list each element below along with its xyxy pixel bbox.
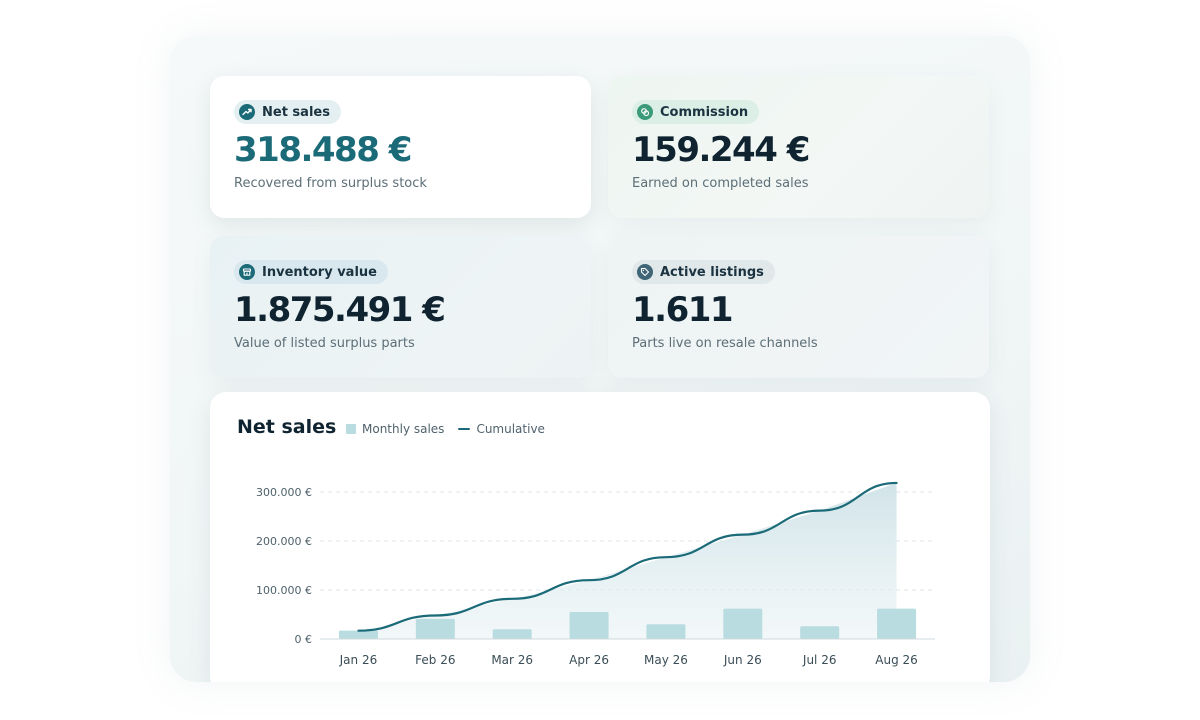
bar-may-26 [646,624,686,639]
net-sales-chip: Net sales [234,100,341,124]
inventory-value: 1.875.491 € [234,290,446,330]
active-listings-card: Active listings 1.611 Parts live on resa… [608,236,989,378]
legend-bar-swatch [346,424,356,434]
x-tick-label: Jul 26 [802,653,837,667]
x-tick-label: Jun 26 [723,653,762,667]
bar-jan-26 [338,630,378,639]
commission-label: Commission [660,104,749,120]
net-sales-card: Net sales 318.488 € Recovered from surpl… [210,76,591,218]
bar-jul-26 [800,626,840,639]
legend-cumulative-label: Cumulative [476,422,545,436]
net-sales-caption: Recovered from surplus stock [234,176,427,191]
y-tick-label: 100.000 € [256,584,312,597]
dashboard-panel: Net sales 318.488 € Recovered from surpl… [170,36,1030,682]
commission-value: 159.244 € [632,130,810,170]
listings-value: 1.611 [632,290,734,330]
bar-aug-26 [877,608,917,639]
x-tick-label: May 26 [644,653,688,667]
x-tick-label: Apr 26 [569,653,609,667]
commission-chip: Commission [632,100,760,124]
trending-up-icon [239,104,255,120]
bar-apr-26 [569,612,609,639]
commission-caption: Earned on completed sales [632,176,809,191]
coins-icon [637,104,653,120]
net-sales-value: 318.488 € [234,130,412,170]
store-icon [239,264,255,280]
inventory-chip: Inventory value [234,260,388,284]
legend-monthly-sales-label: Monthly sales [362,422,445,436]
legend-cumulative: Cumulative [458,422,545,436]
chart-legend: Monthly sales Cumulative [346,422,545,436]
inventory-label: Inventory value [262,264,377,280]
inventory-value-card: Inventory value 1.875.491 € Value of lis… [210,236,591,378]
inventory-caption: Value of listed surplus parts [234,336,415,351]
y-tick-label: 300.000 € [256,486,312,499]
legend-monthly-sales: Monthly sales [346,422,444,436]
commission-card: Commission 159.244 € Earned on completed… [608,76,989,218]
net-sales-label: Net sales [262,104,330,120]
listings-caption: Parts live on resale channels [632,336,818,351]
x-tick-label: Aug 26 [875,653,918,667]
listings-label: Active listings [660,264,764,280]
chart-title: Net sales [237,416,337,438]
tag-icon [637,264,653,280]
x-tick-label: Jan 26 [339,653,378,667]
y-tick-label: 200.000 € [256,535,312,548]
bar-jun-26 [723,608,763,639]
listings-chip: Active listings [632,260,775,284]
bar-feb-26 [415,618,455,639]
net-sales-chart-card: 0 € 100.000 € 200.000 € 300.000 € Jan 26 Feb … [210,392,990,682]
bar-mar-26 [492,629,532,639]
legend-line-swatch [458,428,471,430]
y-tick-label: 0 € [295,633,313,646]
x-tick-label: Feb 26 [415,653,455,667]
x-tick-label: Mar 26 [491,653,533,667]
